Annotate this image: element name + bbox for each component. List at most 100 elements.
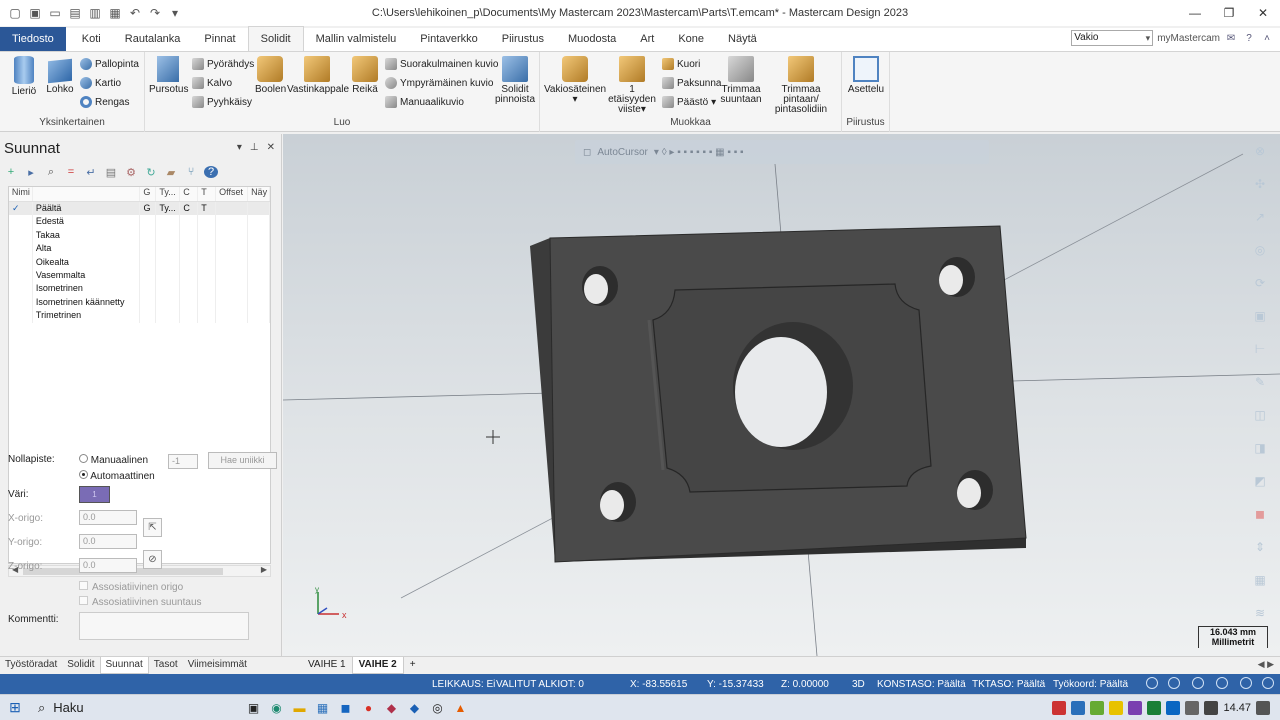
y-origin-input[interactable]: 0.0 bbox=[79, 534, 137, 549]
tray-app-icon[interactable] bbox=[1052, 701, 1067, 715]
table-row[interactable]: Vasemmalta bbox=[9, 268, 270, 283]
globe2-icon[interactable] bbox=[1168, 677, 1180, 689]
table-row[interactable]: Isometrinen käännetty bbox=[9, 295, 270, 310]
save-icon[interactable]: ▣ bbox=[26, 4, 44, 22]
chrome-icon[interactable]: ● bbox=[357, 697, 380, 719]
status-section[interactable]: LEIKKAUS: Ei bbox=[432, 679, 495, 690]
tray-app4-icon[interactable] bbox=[1109, 701, 1124, 715]
autocursor-icon[interactable]: ◻ bbox=[583, 147, 591, 158]
torus-button[interactable]: Rengas bbox=[80, 96, 129, 108]
orbit-icon[interactable]: ◎ bbox=[1251, 241, 1269, 259]
tab-toolpaths[interactable]: Työstöradat bbox=[0, 657, 62, 674]
plane-display-icon[interactable]: ▰ bbox=[164, 166, 178, 179]
clock[interactable]: 14.47 bbox=[1223, 702, 1251, 714]
select-plane-icon[interactable]: ▸ bbox=[24, 166, 38, 179]
shading-icon[interactable]: ◫ bbox=[1251, 406, 1269, 424]
tab-model-prep[interactable]: Mallin valmistelu bbox=[304, 27, 409, 51]
redo-icon[interactable]: ↷ bbox=[146, 4, 164, 22]
status-wcs[interactable]: Työkoord: Päältä bbox=[1053, 679, 1128, 690]
viewsheet-scroll-icon[interactable]: ◀ ▶ bbox=[1258, 659, 1274, 670]
col-name[interactable]: Nimi bbox=[9, 187, 141, 201]
notification-icon[interactable] bbox=[1256, 701, 1270, 715]
auto-radio[interactable]: Automaattinen bbox=[79, 470, 155, 482]
grid-icon[interactable]: ▦ bbox=[1251, 571, 1269, 589]
tab-planes[interactable]: Suunnat bbox=[99, 657, 149, 674]
help-icon[interactable]: ? bbox=[1242, 31, 1256, 45]
trim-to-surface-button[interactable]: Trimmaa pintaan/ pintasolidiin bbox=[764, 56, 838, 115]
customize-icon[interactable]: ▾ bbox=[166, 4, 184, 22]
reset-icon[interactable]: = bbox=[64, 166, 78, 178]
block-button[interactable]: Lohko bbox=[44, 56, 76, 95]
edge-icon[interactable]: ◉ bbox=[265, 697, 288, 719]
transform-icon[interactable]: ✣ bbox=[1251, 175, 1269, 193]
print-preview-icon[interactable]: ▥ bbox=[86, 4, 104, 22]
rotate-icon[interactable]: ↗ bbox=[1251, 208, 1269, 226]
table-row[interactable]: ✓ Päältä G Ty... C T bbox=[9, 202, 270, 216]
panel-close-icon[interactable]: ✕ bbox=[267, 142, 275, 153]
color-icon[interactable]: ◼ bbox=[1251, 505, 1269, 523]
tab-viewsheet-2[interactable]: VAIHE 2 bbox=[351, 657, 404, 674]
counterpart-button[interactable]: Vastinkappale bbox=[287, 56, 349, 95]
gear-icon[interactable]: ⚙ bbox=[124, 166, 138, 179]
mymastercam-link[interactable]: myMastercam bbox=[1157, 33, 1220, 44]
find-icon[interactable]: ⌕ bbox=[44, 166, 58, 179]
mastercam2-icon[interactable]: ◆ bbox=[403, 697, 426, 719]
tray-app3-icon[interactable] bbox=[1090, 701, 1105, 715]
extrude-button[interactable]: Pursotus bbox=[149, 56, 188, 95]
manual-radio-dot[interactable] bbox=[79, 454, 88, 463]
tab-solids[interactable]: Solidit bbox=[247, 26, 304, 51]
tab-viewsheet-1[interactable]: VAIHE 1 bbox=[302, 657, 352, 674]
assoc-direction-checkbox[interactable]: Assosiatiivinen suuntaus bbox=[79, 596, 202, 608]
pick-point-icon[interactable]: ⇱ bbox=[143, 518, 162, 537]
add-viewsheet-button[interactable]: + bbox=[404, 657, 422, 674]
table-row[interactable]: Isometrinen bbox=[9, 282, 270, 296]
media-icon[interactable]: ◎ bbox=[426, 697, 449, 719]
panel-menu-icon[interactable]: ▾ bbox=[237, 142, 242, 153]
sweep-button[interactable]: Pyyhkäisy bbox=[192, 96, 252, 108]
pan-icon[interactable]: ⊢ bbox=[1251, 340, 1269, 358]
shell-button[interactable]: Kuori bbox=[662, 58, 700, 70]
revolve-button[interactable]: Pyörähdys bbox=[192, 58, 254, 70]
display-icon[interactable] bbox=[1262, 677, 1274, 689]
circ-pattern-button[interactable]: Ympyrämäinen kuvio bbox=[385, 77, 493, 89]
print-icon[interactable]: ▤ bbox=[66, 4, 84, 22]
graphics-viewport[interactable]: y x ◻ AutoCursor ▾ ◊ ▸ ▪ ▪ ▪ ▪ ▪ ▪ ▦ ▪ ▪… bbox=[283, 134, 1280, 656]
model-canvas[interactable]: y x bbox=[283, 134, 1280, 656]
table-row[interactable]: Takaa bbox=[9, 228, 270, 243]
tray-app2-icon[interactable] bbox=[1071, 701, 1086, 715]
tab-file[interactable]: Tiedosto bbox=[0, 27, 66, 51]
layout-button[interactable]: Asettelu bbox=[846, 56, 886, 95]
assoc-direction-check[interactable] bbox=[79, 596, 88, 605]
bluetooth-icon[interactable] bbox=[1166, 701, 1181, 715]
thicken-button[interactable]: Paksunna bbox=[662, 77, 721, 89]
properties-icon[interactable]: ▤ bbox=[104, 166, 118, 179]
get-unique-button[interactable]: Hae uniikki bbox=[208, 452, 277, 469]
undo-icon[interactable]: ↶ bbox=[126, 4, 144, 22]
wifi-icon[interactable] bbox=[1185, 701, 1200, 715]
col-t[interactable]: T bbox=[198, 187, 217, 201]
rect-pattern-button[interactable]: Suorakulmainen kuvio bbox=[385, 58, 498, 70]
grid-horizontal-scrollbar[interactable]: ◀ ▶ bbox=[8, 565, 271, 577]
auto-radio-dot[interactable] bbox=[79, 470, 88, 479]
autocursor-toolbar[interactable]: ◻ AutoCursor ▾ ◊ ▸ ▪ ▪ ▪ ▪ ▪ ▪ ▦ ▪ ▪ ▪ bbox=[575, 140, 989, 164]
x-origin-input[interactable]: 0.0 bbox=[79, 510, 137, 525]
autocursor-dropdown-icon[interactable]: ▾ ◊ ▸ ▪ ▪ ▪ ▪ ▪ ▪ ▦ ▪ ▪ ▪ bbox=[654, 147, 744, 158]
comment-textarea[interactable] bbox=[79, 612, 249, 640]
col-c[interactable]: C bbox=[180, 187, 199, 201]
fit-icon[interactable]: ⟳ bbox=[1251, 274, 1269, 292]
constant-fillet-button[interactable]: Vakiosäteinen ▾ bbox=[544, 56, 606, 105]
table-row[interactable]: Alta bbox=[9, 242, 270, 256]
globe-icon[interactable] bbox=[1146, 677, 1158, 689]
table-row[interactable]: Trimetrinen bbox=[9, 309, 270, 323]
tree-icon[interactable]: ⑂ bbox=[184, 166, 198, 178]
tab-drafting[interactable]: Piirustus bbox=[490, 27, 556, 51]
tab-mesh[interactable]: Pintaverkko bbox=[408, 27, 489, 51]
tab-transform[interactable]: Muodosta bbox=[556, 27, 628, 51]
scroll-right-icon[interactable]: ▶ bbox=[261, 565, 267, 574]
col-display[interactable]: Näy bbox=[248, 187, 270, 201]
distance-chamfer-button[interactable]: 1 etäisyyden viiste▾ bbox=[606, 56, 658, 115]
shade-icon[interactable] bbox=[1240, 677, 1252, 689]
loft-button[interactable]: Kalvo bbox=[192, 77, 232, 89]
level-icon[interactable]: ⇕ bbox=[1251, 538, 1269, 556]
tab-wireframe[interactable]: Rautalanka bbox=[113, 27, 193, 51]
